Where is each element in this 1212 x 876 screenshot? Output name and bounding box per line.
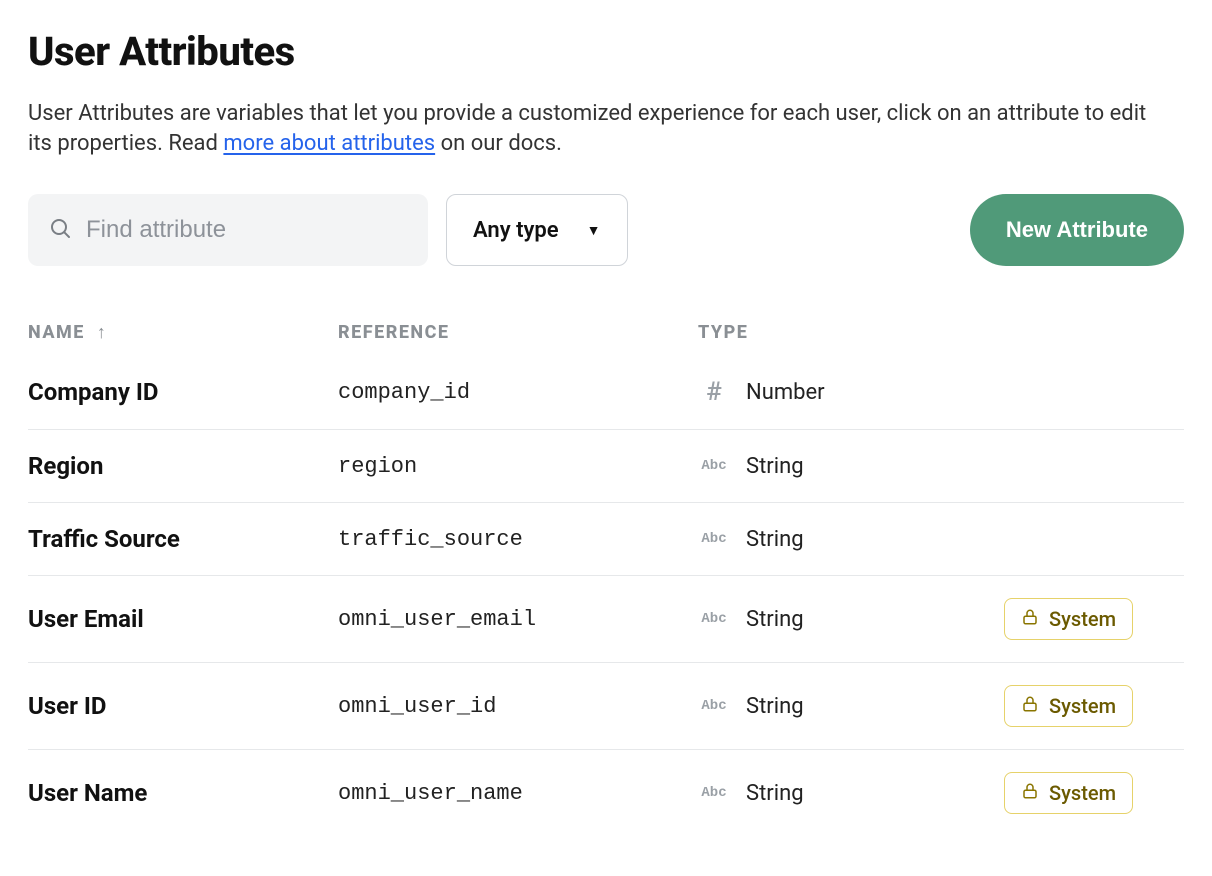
description-text-post: on our docs. [435,131,562,156]
system-badge-label: System [1049,781,1116,805]
column-header-type[interactable]: TYPE [698,322,1004,343]
search-icon [48,216,72,244]
attribute-type: Abc String [698,694,1004,719]
column-header-name[interactable]: NAME ↑ [28,322,338,343]
type-filter-label: Any type [473,218,559,243]
attribute-reference: omni_user_email [338,607,698,632]
toolbar: Any type ▼ New Attribute [28,194,1184,266]
sort-ascending-icon: ↑ [97,322,108,343]
attribute-type-label: String [746,454,804,479]
string-type-icon: Abc [698,611,730,627]
attribute-type: # Number [698,377,1004,407]
chevron-down-icon: ▼ [587,222,601,239]
attribute-name: Region [28,452,338,480]
attribute-name: Company ID [28,378,338,406]
type-filter-select[interactable]: Any type ▼ [446,194,628,266]
lock-icon [1021,694,1039,718]
attribute-type: Abc String [698,527,1004,552]
docs-link[interactable]: more about attributes [223,131,435,156]
description-text-pre: User Attributes are variables that let y… [28,101,1146,156]
attribute-badge-cell: System [1004,772,1184,814]
attribute-table: NAME ↑ REFERENCE TYPE Company IDcompany_i… [28,322,1184,836]
table-row[interactable]: Company IDcompany_id# Number [28,365,1184,429]
string-type-icon: Abc [698,531,730,547]
attribute-name: User ID [28,692,338,720]
table-row[interactable]: Traffic Sourcetraffic_sourceAbc String [28,502,1184,575]
attribute-type: Abc String [698,781,1004,806]
attribute-name: Traffic Source [28,525,338,553]
attribute-badge-cell: System [1004,598,1184,640]
attribute-type: Abc String [698,607,1004,632]
new-attribute-button[interactable]: New Attribute [970,194,1184,266]
column-header-name-label: NAME [28,322,85,343]
table-row[interactable]: RegionregionAbc String [28,429,1184,502]
attribute-type-label: String [746,527,804,552]
table-header: NAME ↑ REFERENCE TYPE [28,322,1184,365]
table-row[interactable]: User IDomni_user_idAbc String System [28,662,1184,749]
system-badge: System [1004,598,1133,640]
system-badge-label: System [1049,607,1116,631]
search-input[interactable] [86,216,408,244]
table-row[interactable]: User Emailomni_user_emailAbc String System [28,575,1184,662]
lock-icon [1021,607,1039,631]
table-row[interactable]: User Nameomni_user_nameAbc String System [28,749,1184,836]
system-badge: System [1004,772,1133,814]
search-field[interactable] [28,194,428,266]
attribute-type-label: String [746,607,804,632]
attribute-reference: omni_user_id [338,694,698,719]
page-title: User Attributes [28,28,1184,75]
system-badge-label: System [1049,694,1116,718]
attribute-reference: company_id [338,380,698,405]
attribute-badge-cell: System [1004,685,1184,727]
string-type-icon: Abc [698,785,730,801]
system-badge: System [1004,685,1133,727]
page-description: User Attributes are variables that let y… [28,99,1168,158]
attribute-reference: traffic_source [338,527,698,552]
attribute-reference: omni_user_name [338,781,698,806]
string-type-icon: Abc [698,458,730,474]
attribute-name: User Email [28,605,338,633]
attribute-type-label: Number [746,380,825,405]
attribute-type-label: String [746,781,804,806]
attribute-reference: region [338,454,698,479]
number-type-icon: # [698,377,730,407]
attribute-type-label: String [746,694,804,719]
attribute-name: User Name [28,779,338,807]
column-header-reference[interactable]: REFERENCE [338,322,698,343]
attribute-type: Abc String [698,454,1004,479]
lock-icon [1021,781,1039,805]
string-type-icon: Abc [698,698,730,714]
